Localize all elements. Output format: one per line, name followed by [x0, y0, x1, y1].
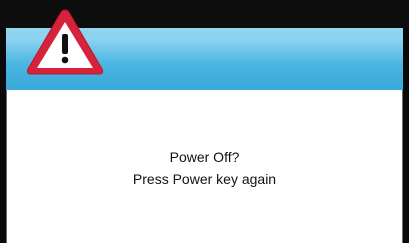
warning-icon	[26, 9, 104, 75]
message-line-1: Power Off?	[169, 149, 240, 165]
osd-dialog: Power Off? Press Power key again	[0, 0, 409, 243]
dialog-body: Power Off? Press Power key again	[6, 90, 403, 243]
message-text: Power Off? Press Power key again	[7, 146, 402, 190]
message-line-2: Press Power key again	[132, 171, 277, 187]
